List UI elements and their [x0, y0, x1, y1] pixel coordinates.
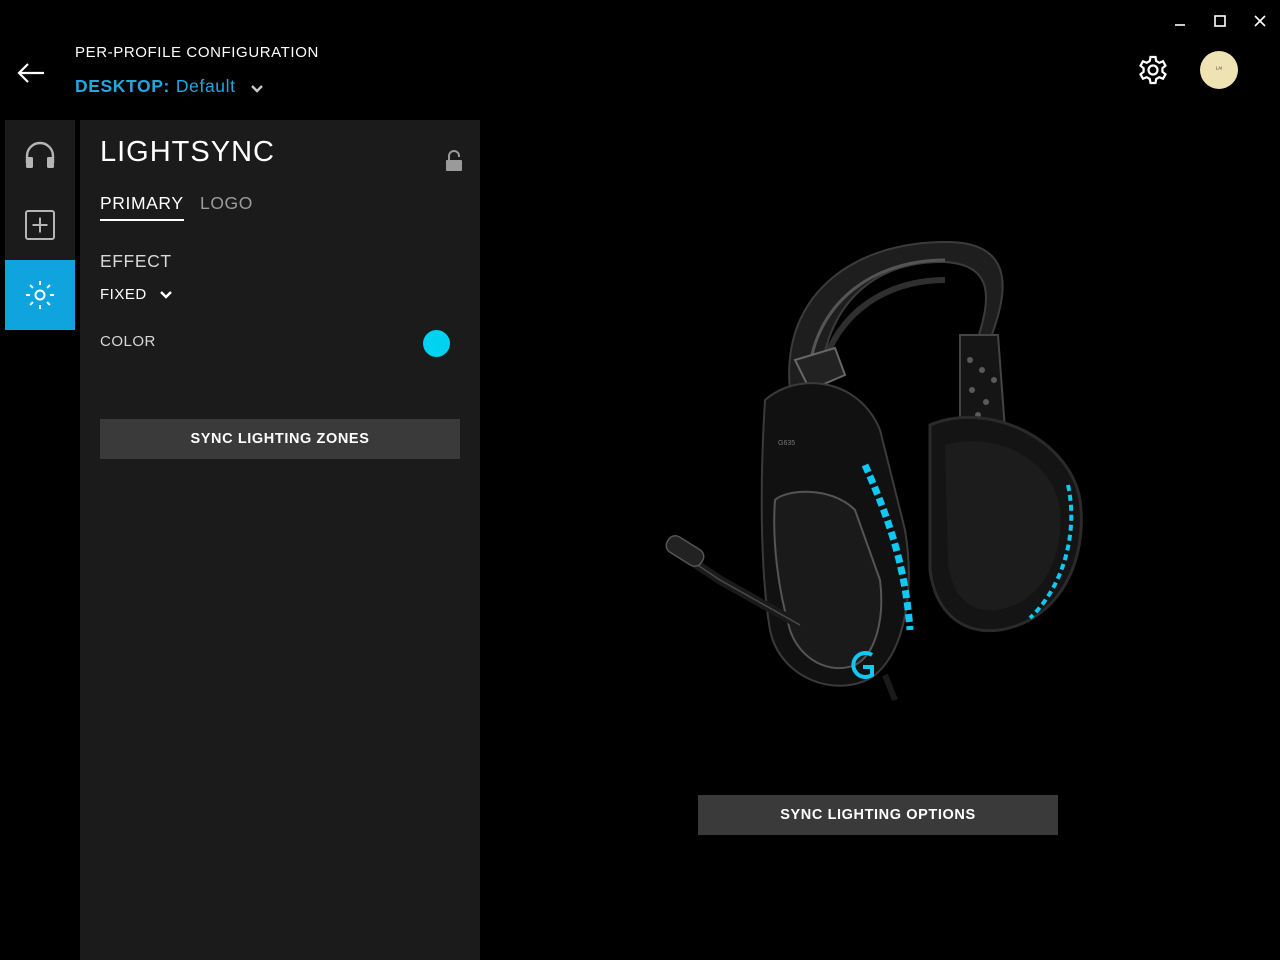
- effect-label: EFFECT: [100, 251, 172, 271]
- gear-icon: [1139, 55, 1167, 85]
- unlock-icon: [446, 150, 462, 171]
- profile-prefix: DESKTOP:: [75, 76, 170, 96]
- sync-lighting-options-button[interactable]: SYNC LIGHTING OPTIONS: [698, 795, 1058, 835]
- chevron-down-icon: [159, 290, 172, 299]
- effect-dropdown[interactable]: FIXED: [100, 286, 173, 303]
- rail-item-headset[interactable]: [5, 120, 75, 190]
- side-rail: [5, 120, 75, 330]
- sync-lighting-zones-button[interactable]: SYNC LIGHTING ZONES: [100, 419, 460, 459]
- panel-title: LIGHTSYNC: [100, 136, 275, 168]
- profile-name: Default: [175, 76, 236, 96]
- lightsync-panel: LIGHTSYNC PRIMARY LOGO EFFECT FIXED COLO…: [80, 120, 480, 960]
- arrow-left-icon: [17, 63, 44, 83]
- profile-selector[interactable]: DESKTOP: Default: [75, 76, 264, 97]
- headset-image: G635: [665, 240, 1083, 702]
- avatar[interactable]: ᴸᴬᴵ: [1200, 51, 1238, 89]
- settings-button[interactable]: [1136, 53, 1170, 87]
- rail-item-assignments[interactable]: [5, 190, 75, 260]
- close-icon: [1254, 15, 1266, 27]
- tab-primary[interactable]: PRIMARY: [100, 193, 184, 221]
- avatar-text: ᴸᴬᴵ: [1216, 67, 1222, 73]
- color-swatch[interactable]: [423, 330, 450, 357]
- back-button[interactable]: [14, 58, 48, 88]
- chevron-down-icon: [250, 84, 263, 93]
- minimize-button[interactable]: [1165, 8, 1195, 34]
- minimize-icon: [1175, 24, 1185, 26]
- rail-item-lightsync[interactable]: [5, 260, 75, 330]
- maximize-icon: [1214, 15, 1226, 27]
- lock-button[interactable]: [444, 150, 464, 172]
- close-button[interactable]: [1245, 8, 1275, 34]
- maximize-button[interactable]: [1205, 8, 1235, 34]
- model-text: G635: [778, 440, 795, 447]
- app-window: PER-PROFILE CONFIGURATION DESKTOP: Defau…: [0, 0, 1280, 960]
- effect-value: FIXED: [100, 286, 147, 303]
- plus-square-icon: [25, 210, 55, 240]
- color-label: COLOR: [100, 333, 156, 350]
- headphones-icon: [25, 141, 55, 168]
- tab-logo[interactable]: LOGO: [200, 193, 253, 219]
- lighting-icon: [26, 281, 54, 309]
- page-title: PER-PROFILE CONFIGURATION: [75, 44, 319, 61]
